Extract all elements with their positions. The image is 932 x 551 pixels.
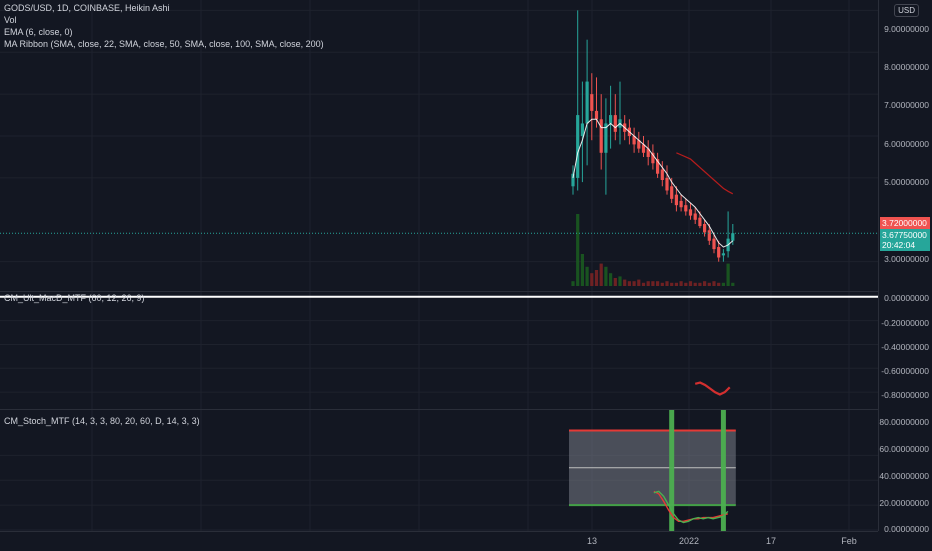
time-tick: Feb [841,536,857,546]
volume-bar [618,276,622,286]
candle-body [594,110,599,120]
volume-bar [599,263,603,286]
time-tick: 17 [765,536,777,546]
volume-bar [632,281,636,286]
volume-bar [688,281,693,286]
volume-bar [576,214,580,286]
volume-bar [731,282,735,286]
volume-bar [684,282,688,286]
ma-ribbon-line [676,152,734,195]
price-tick: 3.00000000 [884,254,929,264]
stoch-tick: 20.00000000 [879,498,929,508]
macd-tick: 0.00000000 [884,293,929,303]
volume-bar [703,281,707,286]
ema-legend[interactable]: EMA (6, close, 0) [4,27,73,38]
volume-bar [637,279,641,286]
candle-body [674,194,678,206]
volume-bar [604,266,608,286]
candle-body [731,233,735,241]
volume-bar [594,270,599,286]
volume-bar [590,273,594,286]
volume-bar [726,263,730,286]
high-price-badge: 3.72000000 [880,217,930,229]
macd-chart[interactable] [0,292,878,410]
volume-bar [580,254,584,286]
candle-body [698,217,702,227]
candle-body [609,115,613,124]
volume-bar [721,282,725,286]
macd-pane[interactable]: CM_Ult_MacD_MTF (60, 12, 26, 9) [0,291,878,410]
candle-body [707,230,711,241]
price-tick: 7.00000000 [884,100,929,110]
volume-bar [641,282,646,286]
candle-body [665,177,669,191]
macd-tick: -0.20000000 [881,318,929,328]
volume-bar [651,281,655,286]
volume-bar [571,281,575,286]
volume-bar [646,281,650,286]
price-tick: 8.00000000 [884,62,929,72]
candle-body [712,238,716,250]
candle-body [599,119,603,153]
volume-bar [670,282,674,286]
currency-button[interactable]: USD [894,4,919,17]
candle-body [688,209,693,216]
candle-body [721,253,725,256]
bar-countdown: 20:42:04 [880,239,930,251]
stoch-legend[interactable]: CM_Stoch_MTF (14, 3, 3, 80, 20, 60, D, 1… [4,416,200,427]
main-chart-pane[interactable]: GODS/USD, 1D, COINBASE, Heikin Ashi Vol … [0,0,878,291]
volume-bar [674,282,678,286]
candle-body [670,186,674,199]
macd-tick: -0.40000000 [881,342,929,352]
candle-body [590,94,594,111]
stoch-tick: 60.00000000 [879,444,929,454]
macd-tick: -0.60000000 [881,366,929,376]
candle-body [580,123,584,137]
time-tick: 2022 [678,536,700,546]
volume-bar [656,281,660,286]
volume-bar [665,281,669,286]
stoch-chart[interactable] [0,410,878,532]
volume-bar [698,282,702,286]
candle-body [717,247,721,258]
volume-bar [679,281,683,286]
time-tick: 13 [586,536,598,546]
volume-bar [693,282,697,286]
volume-bar [623,279,627,286]
macd-tick: -0.80000000 [881,390,929,400]
volume-bar [613,278,617,286]
stoch-pane[interactable]: CM_Stoch_MTF (14, 3, 3, 80, 20, 60, D, 1… [0,409,878,532]
candle-body [693,213,697,220]
candle-body [703,223,707,233]
candle-body [660,169,664,181]
volume-bar [707,282,711,286]
time-axis[interactable]: 13 2022 17 Feb [0,531,878,551]
volume-bar [585,266,589,286]
stoch-tick: 80.00000000 [879,417,929,427]
candle-body [585,81,589,124]
price-tick: 9.00000000 [884,24,929,34]
candle-body [684,205,688,212]
candle-body [679,200,683,208]
volume-bar [660,282,664,286]
volume-bar [712,281,716,286]
candle-body [613,115,617,132]
symbol-legend[interactable]: GODS/USD, 1D, COINBASE, Heikin Ashi [4,3,170,14]
macd-line [694,381,731,396]
price-tick: 6.00000000 [884,139,929,149]
volume-bar [717,282,721,286]
price-axis[interactable]: USD 9.00000000 8.00000000 7.00000000 6.0… [878,0,932,534]
macd-legend[interactable]: CM_Ult_MacD_MTF (60, 12, 26, 9) [4,293,145,304]
candle-body [576,115,580,178]
stoch-tick: 0.00000000 [884,524,929,534]
volume-bar [609,273,613,286]
price-tick: 5.00000000 [884,177,929,187]
ma-ribbon-legend[interactable]: MA Ribbon (SMA, close, 22, SMA, close, 5… [4,39,324,50]
stoch-tick: 40.00000000 [879,471,929,481]
volume-bar [627,281,631,286]
volume-legend[interactable]: Vol [4,15,17,26]
